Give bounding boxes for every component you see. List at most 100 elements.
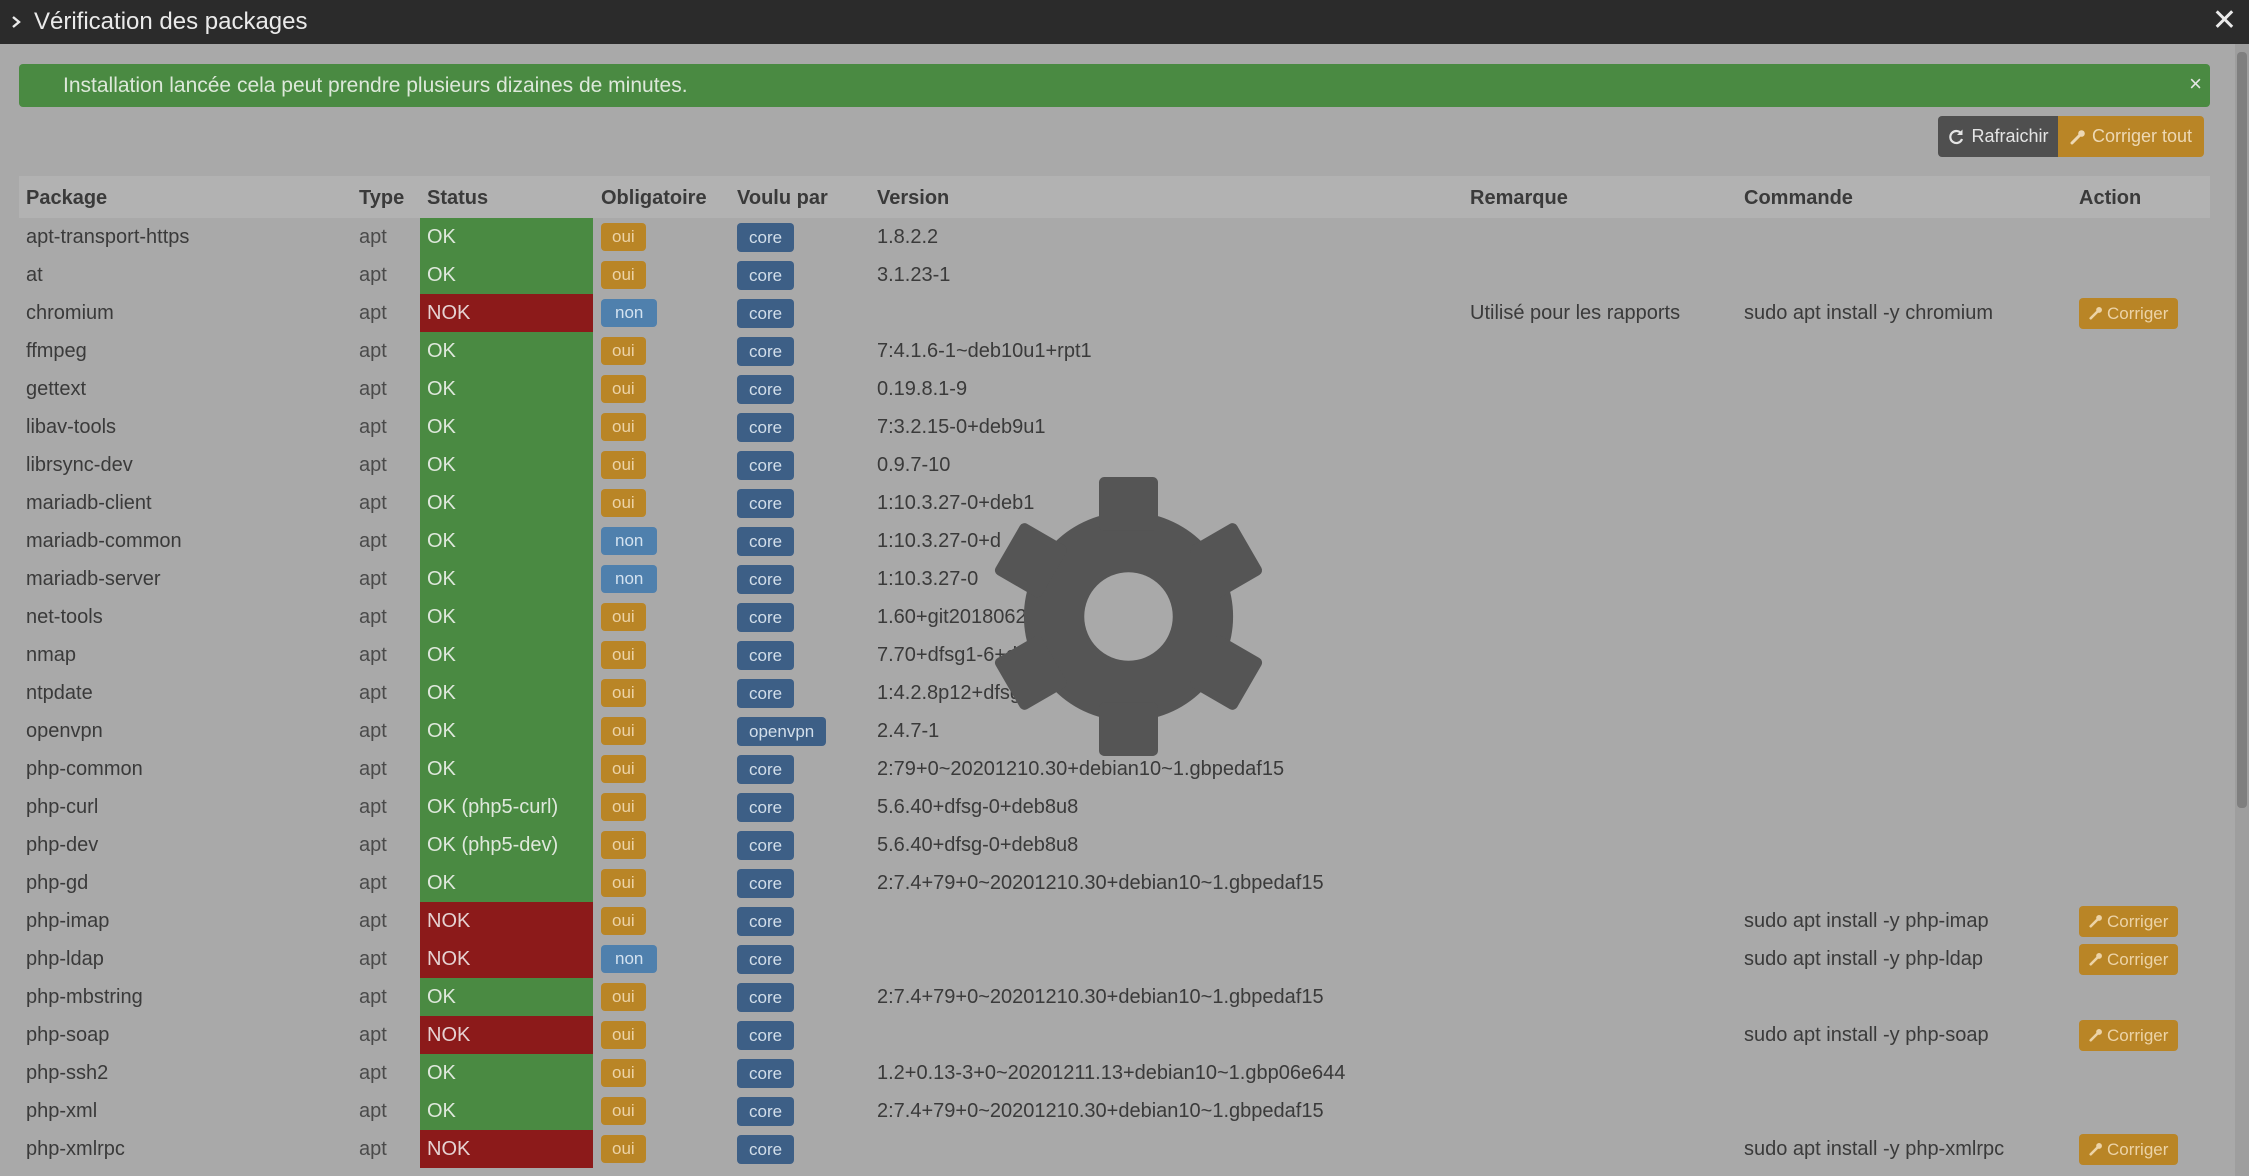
column-wanted-by[interactable]: Voulu par	[737, 187, 828, 210]
package-type: apt	[359, 378, 387, 400]
scrollbar-thumb[interactable]	[2237, 52, 2247, 808]
status-cell: OK	[420, 674, 593, 712]
column-type[interactable]: Type	[359, 187, 404, 210]
status-cell: OK	[420, 522, 593, 560]
wanted-by-badge: core	[737, 983, 795, 1012]
table-row: libav-tools apt OK oui core 7:3.2.15-0+deb9u1	[19, 408, 2210, 446]
fix-all-button[interactable]: Corriger tout	[2058, 116, 2204, 157]
wanted-by-badge: core	[737, 869, 795, 898]
fix-button-label: Corriger	[2107, 304, 2169, 323]
wanted-by-badge: core	[737, 1135, 795, 1164]
fix-button[interactable]: Corriger	[2079, 944, 2179, 975]
package-type: apt	[359, 1138, 387, 1160]
status-cell: NOK	[420, 294, 593, 332]
version-text: 2:7.4+79+0~20201210.30+debian10~1.gbpeda…	[877, 986, 1324, 1008]
command-text: sudo apt install -y php-ldap	[1744, 948, 1984, 970]
package-type: apt	[359, 454, 387, 476]
version-text: 5.6.40+dfsg-0+deb8u8	[877, 796, 1079, 818]
wrench-icon	[2089, 915, 2102, 928]
table-row: php-imap apt NOK oui core sudo apt install -y…	[19, 902, 2210, 940]
close-icon[interactable]: ✕	[2212, 6, 2237, 36]
status-cell: OK	[420, 636, 593, 674]
status-cell: OK	[420, 408, 593, 446]
package-name: ffmpeg	[26, 340, 87, 362]
required-badge: non	[601, 565, 658, 593]
column-package[interactable]: Package	[26, 187, 107, 210]
table-row: chromium apt NOK non core Utilisé pour les ra…	[19, 294, 2210, 332]
package-name: php-xml	[26, 1100, 98, 1122]
fix-button[interactable]: Corriger	[2079, 298, 2179, 329]
package-name: net-tools	[26, 606, 103, 628]
status-cell: NOK	[420, 1016, 593, 1054]
package-name: nmap	[26, 644, 77, 666]
column-version[interactable]: Version	[877, 187, 949, 210]
status-cell: OK	[420, 256, 593, 294]
command-text: sudo apt install -y chromium	[1744, 302, 1993, 324]
version-text: 5.6.40+dfsg-0+deb8u8	[877, 834, 1079, 856]
refresh-icon	[1949, 129, 1964, 144]
package-name: php-common	[26, 758, 143, 780]
package-name: gettext	[26, 378, 87, 400]
dialog-titlebar: Vérification des packages ✕	[0, 0, 2249, 44]
wanted-by-badge: core	[737, 299, 795, 328]
column-remark[interactable]: Remarque	[1470, 187, 1568, 210]
required-badge: oui	[601, 603, 646, 631]
version-text: 2:7.4+79+0~20201210.30+debian10~1.gbpeda…	[877, 872, 1324, 894]
package-type: apt	[359, 416, 387, 438]
fix-button[interactable]: Corriger	[2079, 1134, 2179, 1165]
fix-all-label: Corriger tout	[2091, 126, 2193, 146]
status-cell: OK	[420, 1092, 593, 1130]
package-type: apt	[359, 1062, 387, 1084]
package-name: apt-transport-https	[26, 226, 190, 248]
wanted-by-badge: core	[737, 1097, 795, 1126]
package-type: apt	[359, 530, 387, 552]
status-cell: OK	[420, 1054, 593, 1092]
required-badge: oui	[601, 793, 646, 821]
package-type: apt	[359, 834, 387, 856]
package-name: php-dev	[26, 834, 99, 856]
required-badge: oui	[601, 451, 646, 479]
package-type: apt	[359, 720, 387, 742]
required-badge: oui	[601, 717, 646, 745]
column-status[interactable]: Status	[427, 187, 488, 210]
fix-button[interactable]: Corriger	[2079, 1020, 2179, 1051]
refresh-button[interactable]: Rafraichir	[1938, 116, 2058, 157]
version-text: 7:4.1.6-1~deb10u1+rpt1	[877, 340, 1092, 362]
alert-message: Installation lancée cela peut prendre pl…	[63, 73, 688, 97]
package-type: apt	[359, 226, 387, 248]
required-badge: oui	[601, 1135, 646, 1163]
column-required[interactable]: Obligatoire	[601, 187, 707, 210]
wanted-by-badge: openvpn	[737, 717, 827, 746]
required-badge: oui	[601, 1021, 646, 1049]
column-command[interactable]: Commande	[1744, 187, 1853, 210]
package-type: apt	[359, 796, 387, 818]
fix-button[interactable]: Corriger	[2079, 906, 2179, 937]
package-name: php-gd	[26, 872, 89, 894]
version-text: 0.19.8.1-9	[877, 378, 968, 400]
required-badge: oui	[601, 1059, 646, 1087]
version-text: 7:3.2.15-0+deb9u1	[877, 416, 1046, 438]
package-type: apt	[359, 758, 387, 780]
table-row: php-xml apt OK oui core 2:7.4+79+0~20201210.3…	[19, 1092, 2210, 1130]
required-badge: oui	[601, 337, 646, 365]
package-type: apt	[359, 340, 387, 362]
package-type: apt	[359, 606, 387, 628]
package-name: chromium	[26, 302, 114, 324]
wanted-by-badge: core	[737, 603, 795, 632]
package-name: mariadb-server	[26, 568, 161, 590]
status-cell: OK	[420, 560, 593, 598]
required-badge: oui	[601, 223, 646, 251]
version-text: 1.2+0.13-3+0~20201211.13+debian10~1.gbp0…	[877, 1062, 1346, 1084]
command-text: sudo apt install -y php-soap	[1744, 1024, 1989, 1046]
alert-close-button[interactable]: ×	[2189, 73, 2202, 95]
fix-button-label: Corriger	[2107, 1026, 2169, 1045]
column-action[interactable]: Action	[2079, 187, 2141, 210]
wrench-icon	[2089, 1029, 2102, 1042]
required-badge: oui	[601, 831, 646, 859]
table-row: php-dev apt OK (php5-dev) oui core 5.6.40+dfs…	[19, 826, 2210, 864]
table-row: php-soap apt NOK oui core sudo apt install -y…	[19, 1016, 2210, 1054]
chevron-right-icon[interactable]	[10, 16, 22, 28]
command-text: sudo apt install -y php-xmlrpc	[1744, 1138, 2005, 1160]
status-cell: OK	[420, 484, 593, 522]
table-row: ffmpeg apt OK oui core 7:4.1.6-1~deb10u1+rpt1	[19, 332, 2210, 370]
